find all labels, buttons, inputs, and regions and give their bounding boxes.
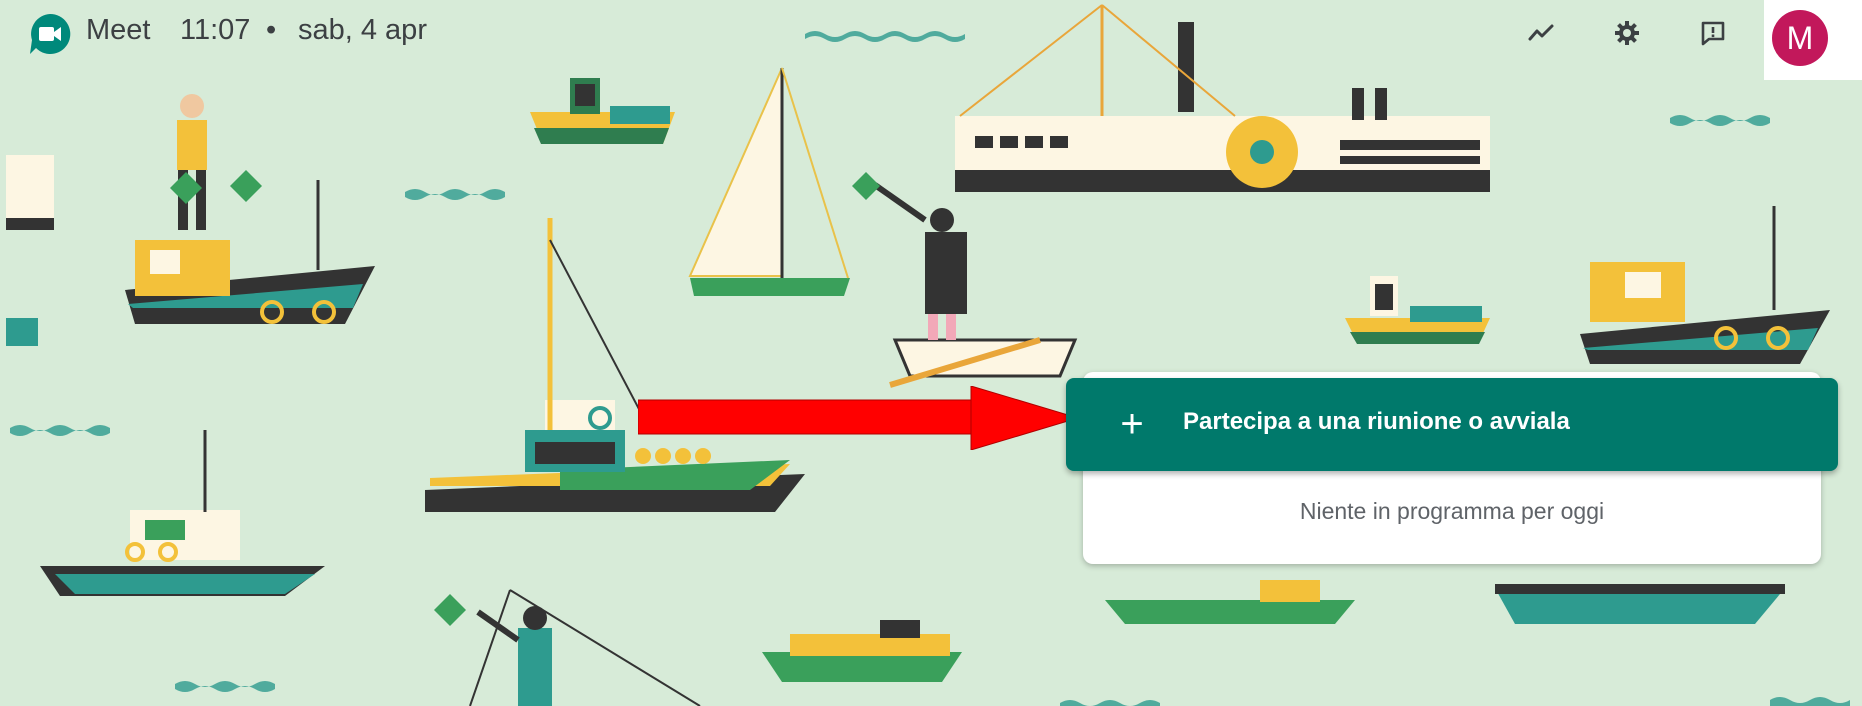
gear-icon [1615,21,1639,45]
plus-icon: + [1120,402,1144,446]
settings-button[interactable] [1604,10,1650,56]
separator: • [266,14,277,46]
account-avatar[interactable]: M [1772,10,1828,66]
trending-line-icon [1528,24,1554,41]
no-meetings-message: Niente in programma per oggi [1299,498,1605,524]
app-title: Meet [86,14,151,46]
current-time: 11:07 [180,14,251,46]
top-bar: Meet 11:07 • sab, 4 apr M [0,0,1862,80]
feedback-exclamation-icon [1701,21,1725,46]
join-or-start-meeting-button[interactable]: + Partecipa a una riunione o avviala [1066,378,1838,471]
current-date: sab, 4 apr [298,14,427,46]
quality-button[interactable] [1518,10,1564,56]
feedback-button[interactable] [1690,10,1736,56]
red-arrow-annotation [638,386,1078,450]
join-or-start-meeting-label: Partecipa a una riunione o avviala [1183,408,1570,435]
background-illustration [6,4,1850,706]
google-meet-camera-icon [28,12,72,56]
